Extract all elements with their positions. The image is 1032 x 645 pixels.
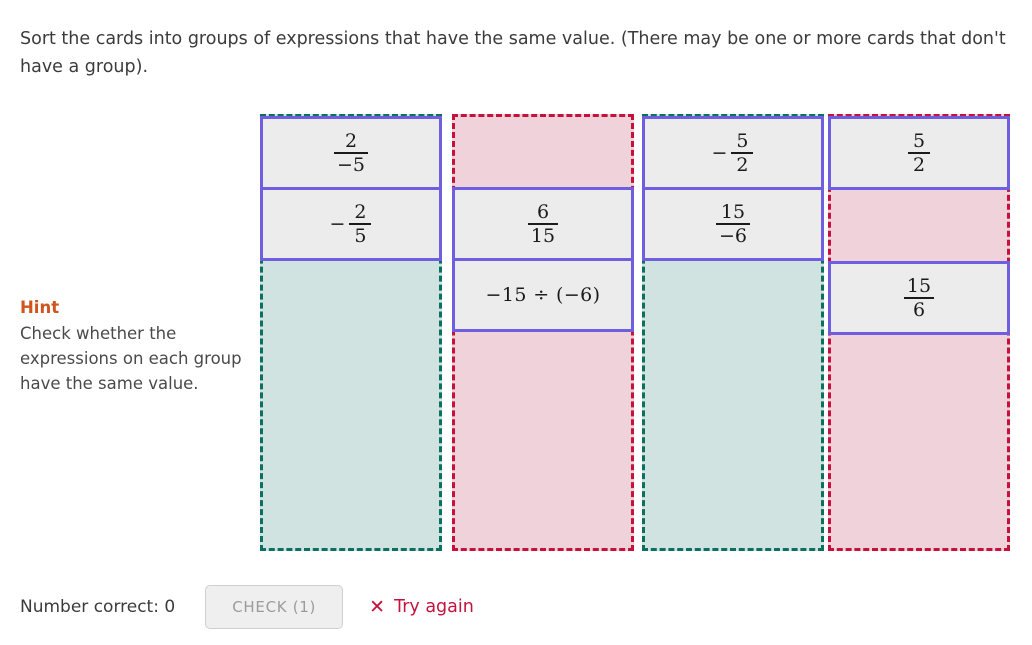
expression-card[interactable]: −15 ÷ (−6) (452, 258, 634, 332)
group-1-card-slot-2[interactable]: −2 5 (260, 187, 442, 261)
group-4[interactable]: 5 2 15 6 (828, 114, 1010, 551)
group-2-card-slot-2[interactable]: 6 15 (452, 187, 634, 261)
fraction: 15 6 (903, 274, 935, 322)
group-2[interactable]: 6 15 −15 ÷ (−6) (452, 114, 634, 551)
expression-card[interactable]: 15 6 (828, 261, 1010, 335)
fraction-numerator: 2 (354, 200, 367, 223)
expression-math: 15 −6 (715, 201, 751, 248)
status-badge-label: Try again (394, 597, 474, 617)
group-2-slots: 6 15 −15 ÷ (−6) (452, 116, 634, 332)
number-correct-label: Number correct: 0 (20, 597, 176, 617)
close-icon: ✕ (369, 595, 386, 618)
fraction-denominator: 5 (354, 224, 367, 247)
fraction-denominator: 2 (912, 153, 926, 176)
prompt-text: Sort the cards into groups of expression… (20, 29, 1006, 77)
expression-math: 15 6 (903, 275, 935, 322)
fraction: 6 15 (527, 200, 559, 248)
hint-body: Check whether the expressions on each gr… (20, 323, 242, 393)
footer-bar: Number correct: 0 CHECK (1) ✕ Try again (20, 585, 1012, 629)
check-button[interactable]: CHECK (1) (205, 585, 344, 629)
expression-card[interactable]: 52 (828, 116, 1010, 190)
group-2-card-slot-3[interactable]: −15 ÷ (−6) (452, 258, 634, 332)
group-3[interactable]: −5 2 15 −6 (642, 114, 824, 551)
group-4-card-slot-1[interactable]: 52 (828, 116, 1010, 190)
fraction: 52 (731, 129, 754, 177)
group-4-slots: 5 2 15 6 (828, 116, 1010, 335)
expression-math: 52 (907, 130, 931, 177)
expression-card[interactable]: −2 5 (260, 187, 442, 261)
expression-card[interactable]: 2 −5 (260, 116, 442, 190)
group-3-slots: −5 2 15 −6 (642, 116, 824, 261)
fraction: 52 (908, 130, 930, 177)
fraction-numerator: 5 (912, 129, 926, 152)
expression-math: 2 −5 (333, 130, 369, 177)
group-1-card-slot-1[interactable]: 2 −5 (260, 116, 442, 190)
group-3-card-slot-2[interactable]: 15 −6 (642, 187, 824, 261)
fraction: 2 −5 (333, 129, 368, 177)
hint-title: Hint (20, 298, 60, 317)
fraction: 15 −6 (715, 200, 750, 248)
fraction-denominator: −6 (718, 224, 747, 247)
fraction-denominator: 15 (530, 224, 556, 247)
fraction-numerator: 5 (736, 129, 749, 152)
expression-text: −15 ÷ (−6) (485, 283, 601, 306)
fraction: 25 (349, 200, 372, 248)
hint-block: Hint Check whether the expressions on ea… (20, 296, 248, 396)
expression-card[interactable]: 6 15 (452, 187, 634, 261)
fraction-numerator: 6 (536, 200, 550, 223)
expression-math: −5 2 (712, 130, 755, 177)
fraction-denominator: 6 (912, 298, 926, 321)
fraction-numerator: 15 (720, 200, 746, 223)
expression-math: −2 5 (330, 201, 373, 248)
expression-math: −15 ÷ (−6) (485, 283, 601, 306)
group-1-slots: 2 −5−2 5 (260, 116, 442, 261)
status-badge: ✕ Try again (369, 597, 474, 617)
expression-math: 6 15 (527, 201, 559, 248)
expression-card[interactable]: 15 −6 (642, 187, 824, 261)
fraction-denominator: −5 (336, 153, 365, 176)
fraction-numerator: 15 (906, 274, 932, 297)
expression-card[interactable]: −5 2 (642, 116, 824, 190)
minus-sign: − (711, 141, 728, 164)
group-1[interactable]: 2 −5−2 5 (260, 114, 442, 551)
group-2-empty-slot-1 (452, 116, 634, 190)
minus-sign: − (329, 212, 346, 235)
group-3-card-slot-1[interactable]: −5 2 (642, 116, 824, 190)
fraction-numerator: 2 (344, 129, 358, 152)
group-4-card-slot-3[interactable]: 15 6 (828, 261, 1010, 335)
group-4-empty-slot-2 (828, 190, 1010, 264)
fraction-denominator: 2 (736, 153, 749, 176)
